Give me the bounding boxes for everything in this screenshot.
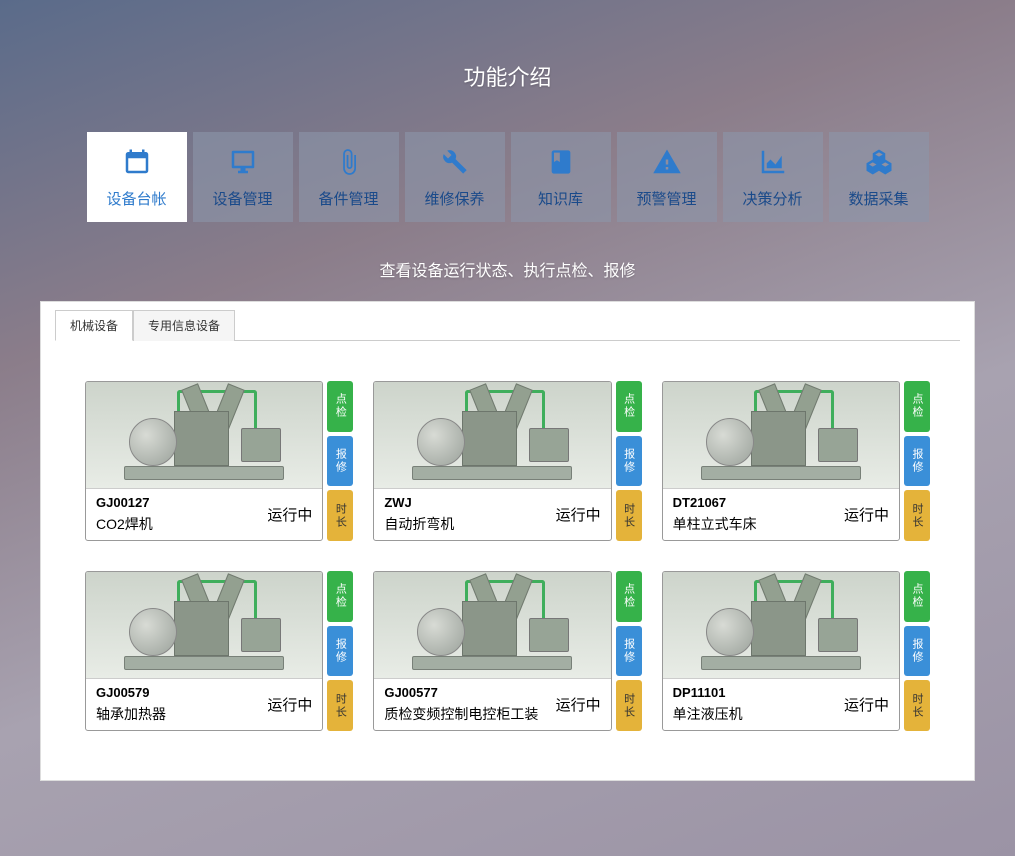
device-info: GJ00579 轴承加热器 运行中	[86, 678, 322, 730]
inspect-button[interactable]: 点检	[327, 571, 353, 622]
device-card-main[interactable]: GJ00577 质检变频控制电控柜工装 运行中	[373, 571, 611, 731]
device-status: 运行中	[267, 694, 312, 715]
device-status: 运行中	[267, 504, 312, 525]
tab-data-collect[interactable]: 数据采集	[829, 132, 929, 222]
device-status: 运行中	[844, 694, 889, 715]
device-actions: 点检 报修 时长	[327, 381, 353, 541]
device-card: DP11101 单注液压机 运行中 点检 报修 时长	[662, 571, 930, 731]
device-code: ZWJ	[384, 495, 555, 510]
device-name: CO2焊机	[96, 514, 267, 534]
device-code: DP11101	[673, 685, 844, 700]
duration-button[interactable]: 时长	[616, 680, 642, 731]
device-card: DT21067 单柱立式车床 运行中 点检 报修 时长	[662, 381, 930, 541]
repair-button[interactable]: 报修	[904, 436, 930, 487]
tab-label: 备件管理	[318, 188, 378, 209]
tab-ledger[interactable]: 设备台帐	[87, 132, 187, 222]
page-title: 功能介绍	[0, 0, 1015, 92]
duration-button[interactable]: 时长	[327, 680, 353, 731]
device-card: GJ00579 轴承加热器 运行中 点检 报修 时长	[85, 571, 353, 731]
device-name: 轴承加热器	[96, 704, 267, 724]
boxes-icon	[864, 146, 894, 178]
device-status: 运行中	[556, 504, 601, 525]
warning-icon	[652, 146, 682, 178]
inspect-button[interactable]: 点检	[904, 381, 930, 432]
device-code: GJ00579	[96, 685, 267, 700]
repair-button[interactable]: 报修	[327, 436, 353, 487]
device-code: GJ00127	[96, 495, 267, 510]
tab-knowledge[interactable]: 知识库	[511, 132, 611, 222]
device-grid: GJ00127 CO2焊机 运行中 点检 报修 时长	[55, 341, 960, 741]
device-actions: 点检 报修 时长	[904, 571, 930, 731]
device-image	[663, 572, 899, 678]
tab-label: 设备台帐	[106, 188, 166, 209]
feature-tabs: 设备台帐 设备管理 备件管理 维修保养 知识库 预警管理 决策分析	[0, 132, 1015, 222]
monitor-icon	[228, 146, 258, 178]
book-icon	[547, 146, 575, 178]
tab-label: 决策分析	[742, 188, 802, 209]
tab-label: 知识库	[538, 188, 583, 209]
device-actions: 点检 报修 时长	[904, 381, 930, 541]
inspect-button[interactable]: 点检	[616, 571, 642, 622]
device-image	[663, 382, 899, 488]
device-image	[86, 572, 322, 678]
device-card-main[interactable]: DP11101 单注液压机 运行中	[662, 571, 900, 731]
wrench-icon	[441, 146, 469, 178]
tab-label: 预警管理	[636, 188, 696, 209]
inspect-button[interactable]: 点检	[327, 381, 353, 432]
panel-tab-special[interactable]: 专用信息设备	[133, 310, 235, 341]
tab-alert[interactable]: 预警管理	[617, 132, 717, 222]
device-panel: 机械设备 专用信息设备 GJ00127 CO2焊机 运行	[40, 301, 975, 781]
tab-device-mgmt[interactable]: 设备管理	[193, 132, 293, 222]
tab-maintenance[interactable]: 维修保养	[405, 132, 505, 222]
device-card: GJ00577 质检变频控制电控柜工装 运行中 点检 报修 时长	[373, 571, 641, 731]
device-card-main[interactable]: GJ00579 轴承加热器 运行中	[85, 571, 323, 731]
device-name: 单柱立式车床	[673, 514, 844, 534]
tab-spare-parts[interactable]: 备件管理	[299, 132, 399, 222]
subtitle: 查看设备运行状态、执行点检、报修	[0, 257, 1015, 281]
paperclip-icon	[335, 146, 363, 178]
device-status: 运行中	[556, 694, 601, 715]
device-actions: 点检 报修 时长	[327, 571, 353, 731]
duration-button[interactable]: 时长	[616, 490, 642, 541]
device-image	[374, 572, 610, 678]
device-code: DT21067	[673, 495, 844, 510]
duration-button[interactable]: 时长	[904, 490, 930, 541]
panel-tabs: 机械设备 专用信息设备	[55, 310, 960, 341]
device-info: GJ00127 CO2焊机 运行中	[86, 488, 322, 540]
chart-icon	[758, 146, 788, 178]
calendar-icon	[122, 146, 152, 178]
inspect-button[interactable]: 点检	[904, 571, 930, 622]
tab-label: 数据采集	[848, 188, 908, 209]
repair-button[interactable]: 报修	[616, 626, 642, 677]
inspect-button[interactable]: 点检	[616, 381, 642, 432]
device-name: 单注液压机	[673, 704, 844, 724]
device-card-main[interactable]: ZWJ 自动折弯机 运行中	[373, 381, 611, 541]
device-card: GJ00127 CO2焊机 运行中 点检 报修 时长	[85, 381, 353, 541]
device-code: GJ00577	[384, 685, 555, 700]
device-name: 自动折弯机	[384, 514, 555, 534]
device-image	[374, 382, 610, 488]
device-info: DT21067 单柱立式车床 运行中	[663, 488, 899, 540]
tab-label: 维修保养	[424, 188, 484, 209]
device-image	[86, 382, 322, 488]
device-card-main[interactable]: GJ00127 CO2焊机 运行中	[85, 381, 323, 541]
repair-button[interactable]: 报修	[327, 626, 353, 677]
panel-tab-mechanical[interactable]: 机械设备	[55, 310, 133, 341]
tab-analysis[interactable]: 决策分析	[723, 132, 823, 222]
device-name: 质检变频控制电控柜工装	[384, 704, 555, 724]
device-info: GJ00577 质检变频控制电控柜工装 运行中	[374, 678, 610, 730]
device-status: 运行中	[844, 504, 889, 525]
device-card-main[interactable]: DT21067 单柱立式车床 运行中	[662, 381, 900, 541]
device-actions: 点检 报修 时长	[616, 381, 642, 541]
duration-button[interactable]: 时长	[327, 490, 353, 541]
duration-button[interactable]: 时长	[904, 680, 930, 731]
device-actions: 点检 报修 时长	[616, 571, 642, 731]
device-info: ZWJ 自动折弯机 运行中	[374, 488, 610, 540]
repair-button[interactable]: 报修	[904, 626, 930, 677]
device-card: ZWJ 自动折弯机 运行中 点检 报修 时长	[373, 381, 641, 541]
repair-button[interactable]: 报修	[616, 436, 642, 487]
device-info: DP11101 单注液压机 运行中	[663, 678, 899, 730]
tab-label: 设备管理	[212, 188, 272, 209]
